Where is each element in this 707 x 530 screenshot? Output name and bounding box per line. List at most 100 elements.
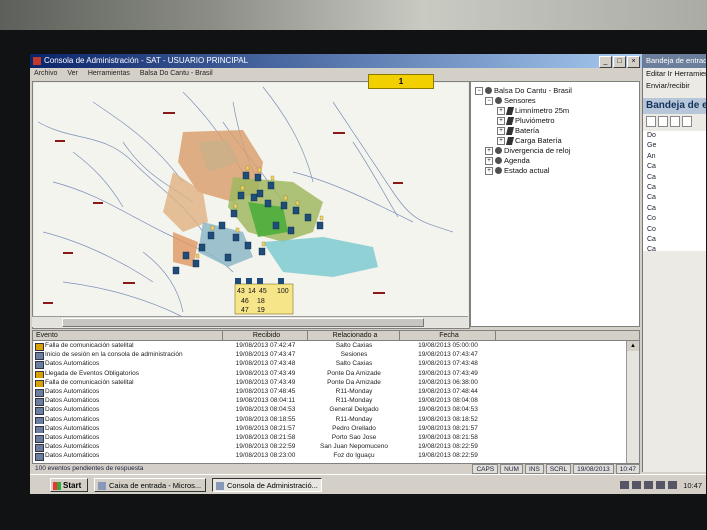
column-header-relacionado[interactable]: Relacionado a [308,331,400,341]
tree-sensor-item[interactable]: + Limnímetro 25m [497,106,569,115]
related-cell: Salto Caxias [335,360,373,368]
session-icon [35,352,44,360]
tree-sensor-item[interactable]: + Pluviómetro [497,116,555,125]
table-row[interactable]: Falla de comunicación satelital 19/08/201… [33,379,605,388]
attachment-icon[interactable] [670,116,680,127]
table-row[interactable]: Datos Automáticos 19/08/2013 08:21:58 Port… [33,434,605,443]
collapse-icon[interactable]: − [475,86,483,95]
expand-icon[interactable]: + [485,156,493,165]
expand-icon[interactable]: + [485,146,493,155]
received-cell: 19/08/2013 07:42:47 [235,342,296,349]
list-item[interactable]: Ca [647,193,706,203]
list-item[interactable]: Co [647,214,706,224]
basin-map[interactable]: 43 14 45 100 46 18 47 19 [32,81,470,329]
update-icon[interactable] [656,481,666,489]
collapse-icon[interactable]: − [485,96,493,105]
tree-item-divergencia[interactable]: + Divergencia de reloj [485,146,570,155]
expand-icon[interactable]: + [497,106,505,115]
list-item[interactable]: Ca [647,162,706,172]
table-row[interactable]: Datos Automáticos 19/08/2013 08:18:55 R11-… [33,416,605,425]
close-button[interactable]: × [627,56,640,68]
flag-icon[interactable] [682,116,692,127]
menu-ver[interactable]: Ver [67,68,78,80]
monitor-screen: Consola de Administración - SAT - USUARI… [30,54,706,494]
table-row[interactable]: Datos Automáticos 19/08/2013 08:04:53 Gene… [33,406,605,416]
map-horizontal-scrollbar[interactable] [32,316,468,327]
taskbar-inbox-button[interactable]: Caixa de entrada - Micros... [94,478,206,492]
list-item[interactable]: Ca [647,173,706,183]
tree-sensor-item[interactable]: + Batería [497,126,539,135]
tree-sensores[interactable]: − Sensores [485,96,536,105]
related-cell: Foz do Iguaçu [333,452,375,460]
sensor-icon [505,106,515,115]
site-label: 14 [248,288,256,295]
minimize-button[interactable]: _ [599,56,612,68]
tree-item-estado[interactable]: + Estado actual [485,166,549,175]
menu-herramientas[interactable]: Herramientas [88,68,130,80]
inbox-menu[interactable]: Editar Ir Herramientas [643,68,706,80]
menu-archivo[interactable]: Archivo [34,68,57,80]
table-row[interactable]: Llegada de Eventos Obligatorios 19/08/201… [33,370,605,379]
column-header-recibido[interactable]: Recibido [223,331,308,341]
start-button[interactable]: Start [50,478,88,492]
received-cell: 19/08/2013 08:21:58 [235,434,296,441]
list-item[interactable]: Do [647,131,706,141]
date-cell: 19/08/2013 05:00:00 [418,342,478,349]
data-icon [35,398,44,406]
alert-badge[interactable]: 1 [368,74,434,89]
network-icon[interactable] [620,481,630,489]
list-item[interactable]: Ge [647,141,706,151]
table-row[interactable]: Inicio de sesión en la consola de admini… [33,351,605,360]
printer-icon[interactable] [668,481,678,489]
list-item[interactable]: Ca [647,245,706,255]
antivirus-icon[interactable] [644,481,654,489]
menu-balsa-do-cantu[interactable]: Balsa Do Cantu - Brasil [140,68,213,80]
expand-icon[interactable]: + [497,116,505,125]
scroll-thumb[interactable] [62,318,424,327]
expand-icon[interactable]: + [497,136,505,145]
scroll-up-arrow-icon[interactable]: ▲ [627,341,639,351]
event-cell: Falla de comunicación satelital [33,379,223,388]
received-cell: 19/08/2013 08:23:00 [235,452,296,460]
list-item[interactable]: An [647,152,706,162]
inbox-title[interactable]: Bandeja de entrada [643,54,706,68]
date-cell: 19/08/2013 07:43:49 [418,369,478,377]
list-item[interactable]: Co [647,225,706,235]
list-item[interactable]: Ca [647,235,706,245]
list-item[interactable]: Ca [647,204,706,214]
event-text: Inicio de sesión en la consola de admini… [45,351,183,359]
tree-item-agenda[interactable]: + Agenda [485,156,530,165]
maximize-button[interactable]: □ [613,56,626,68]
expand-icon[interactable]: + [497,126,505,135]
table-row[interactable]: Datos Automáticos 19/08/2013 08:21:57 Pedr… [33,425,605,434]
taskbar-clock[interactable]: 10:47 [683,481,702,490]
table-row[interactable]: Datos Automáticos 19/08/2013 07:48:45 R11-… [33,388,605,397]
received-cell: 19/08/2013 07:43:49 [235,378,296,386]
send-receive-button[interactable]: Enviar/recibir [643,80,706,92]
table-row[interactable]: Datos Automáticos 19/08/2013 08:04:11 R11-… [33,397,605,406]
date-cell: 19/08/2013 08:22:59 [418,443,478,451]
site-label: 100 [277,288,289,295]
reply-icon[interactable] [658,116,668,127]
related-cell: R11-Monday [335,397,373,405]
table-row[interactable]: Datos Automáticos 19/08/2013 08:22:59 San … [33,443,605,452]
column-header-fecha[interactable]: Fecha [400,331,496,341]
received-cell: 19/08/2013 08:04:53 [235,406,296,414]
new-mail-icon[interactable] [646,116,656,127]
tree-item-label: Agenda [504,156,530,165]
table-row[interactable]: Datos Automáticos 19/08/2013 07:43:48 Salt… [33,360,605,370]
expand-icon[interactable]: + [485,166,493,175]
tree-root[interactable]: − Balsa Do Cantu - Brasil [475,86,572,95]
table-row[interactable]: Falla de comunicación satelital 19/08/201… [33,342,605,351]
related-cell: R11-Monday [335,388,373,395]
volume-icon[interactable] [632,481,642,489]
taskbar-console-button[interactable]: Consola de Administració... [212,478,322,492]
column-header-evento[interactable]: Evento [33,331,223,341]
table-row[interactable]: Datos Automáticos 19/08/2013 08:23:00 Foz … [33,452,605,462]
list-item[interactable]: Ca [647,183,706,193]
tree-sensor-item[interactable]: + Carga Batería [497,136,562,145]
window-titlebar[interactable]: Consola de Administración - SAT - USUARI… [30,54,642,68]
event-text: Datos Automáticos [45,452,100,460]
grid-vertical-scrollbar[interactable]: ▲ [626,341,639,463]
tree-sensor-label: Batería [515,126,540,135]
